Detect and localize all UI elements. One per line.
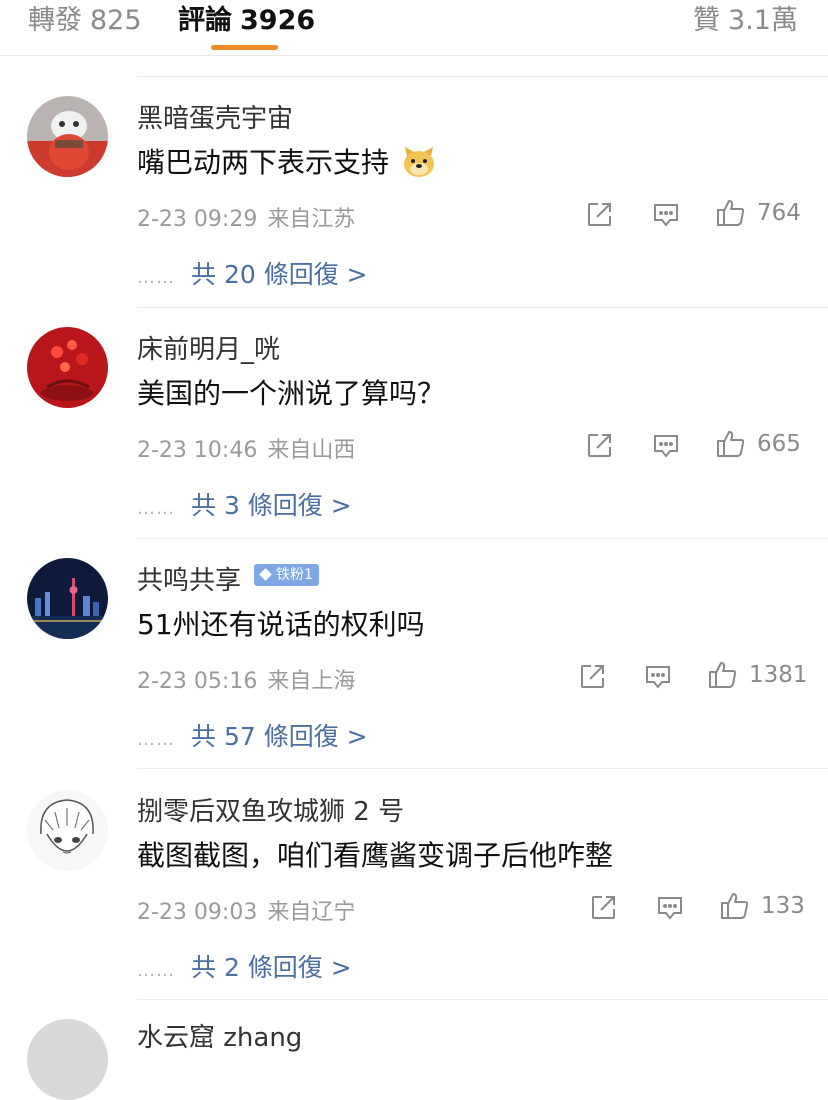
thumbs-up-icon[interactable]	[720, 891, 750, 925]
comment-icon[interactable]	[652, 201, 680, 233]
username[interactable]: 床前明月_咣	[137, 329, 280, 366]
replies-label: 共 2 條回復 >	[191, 953, 352, 982]
thumbs-up-icon[interactable]	[708, 660, 738, 694]
view-replies-link[interactable]: …… 共 57 條回復 >	[137, 717, 368, 753]
diamond-icon	[259, 568, 272, 581]
divider	[137, 76, 828, 77]
view-replies-link[interactable]: …… 共 20 條回復 >	[137, 255, 368, 291]
comment-icon[interactable]	[644, 663, 672, 695]
comment-text: 截图截图，咱们看鹰酱变调子后他咋整	[137, 839, 614, 872]
comment-icon[interactable]	[656, 894, 684, 926]
comment-text: 美国的一个洲说了算吗？	[137, 377, 446, 410]
share-icon[interactable]	[586, 201, 613, 232]
comment-time: 2-23 05:16	[137, 669, 258, 694]
view-replies-link[interactable]: …… 共 3 條回復 >	[137, 486, 352, 522]
like-count: 1381	[749, 662, 808, 688]
username[interactable]: 共鸣共享 铁粉1	[137, 560, 319, 597]
comment-location: 来自江苏	[267, 207, 356, 232]
like-count: 764	[757, 200, 801, 226]
active-tab-indicator	[211, 45, 278, 50]
fan-badge-label: 铁粉1	[276, 567, 313, 583]
fan-badge[interactable]: 铁粉1	[254, 564, 319, 586]
thumbs-up-icon[interactable]	[716, 429, 746, 463]
comment-location: 来自山西	[267, 438, 356, 463]
username[interactable]: 捌零后双鱼攻城狮 2 号	[137, 791, 404, 828]
comment-location: 来自辽宁	[267, 900, 356, 925]
view-replies-link[interactable]: …… 共 2 條回復 >	[137, 948, 352, 984]
share-icon[interactable]	[590, 894, 617, 925]
share-icon[interactable]	[586, 432, 613, 463]
tab-likes-label: 贊	[693, 5, 721, 36]
thumbs-up-icon[interactable]	[716, 198, 746, 232]
tabs-divider	[0, 55, 828, 56]
comment-text: 51州还有说话的权利吗	[137, 608, 425, 641]
comment-icon[interactable]	[652, 432, 680, 464]
comment-meta: 2-23 05:16 来自上海	[137, 663, 355, 695]
share-icon[interactable]	[579, 663, 606, 694]
avatar[interactable]	[27, 558, 108, 639]
tab-reposts[interactable]: 轉發 825	[28, 0, 142, 37]
tab-likes-count: 3.1萬	[728, 5, 798, 36]
avatar[interactable]	[27, 1019, 108, 1100]
divider	[137, 768, 828, 769]
tab-likes[interactable]: 贊 3.1萬	[693, 0, 798, 37]
tab-bar: 轉發 825 評論 3926 贊 3.1萬	[0, 0, 828, 56]
replies-label: 共 3 條回復 >	[191, 491, 352, 520]
reply-dots: ……	[137, 729, 175, 750]
comment-meta: 2-23 10:46 来自山西	[137, 432, 355, 464]
divider	[137, 999, 828, 1000]
tab-reposts-label: 轉發	[28, 5, 82, 36]
doge-emoji-icon	[402, 146, 436, 185]
tab-comments-label: 評論	[178, 5, 232, 36]
reply-dots: ……	[137, 267, 175, 288]
avatar[interactable]	[27, 790, 108, 871]
comment-location: 来自上海	[267, 669, 356, 694]
tab-reposts-count: 825	[90, 5, 142, 36]
avatar[interactable]	[27, 327, 108, 408]
replies-label: 共 20 條回復 >	[191, 260, 368, 289]
replies-label: 共 57 條回復 >	[191, 722, 368, 751]
comment-text-body: 嘴巴动两下表示支持	[137, 146, 390, 179]
like-count: 133	[761, 893, 805, 919]
reply-dots: ……	[137, 498, 175, 519]
username[interactable]: 黑暗蛋壳宇宙	[137, 98, 293, 135]
divider	[137, 538, 828, 539]
avatar[interactable]	[27, 96, 108, 177]
like-count: 665	[757, 431, 801, 457]
comment-meta: 2-23 09:03 来自辽宁	[137, 894, 355, 926]
comment-time: 2-23 09:03	[137, 900, 258, 925]
tab-comments-count: 3926	[240, 5, 316, 36]
username[interactable]: 水云窟 zhang	[137, 1017, 302, 1054]
username-text: 共鸣共享	[137, 566, 242, 596]
tab-comments[interactable]: 評論 3926	[178, 0, 315, 37]
comment-text: 嘴巴动两下表示支持	[137, 141, 436, 185]
comment-time: 2-23 09:29	[137, 207, 258, 232]
comment-time: 2-23 10:46	[137, 438, 258, 463]
comment-meta: 2-23 09:29 来自江苏	[137, 201, 355, 233]
divider	[137, 307, 828, 308]
reply-dots: ……	[137, 960, 175, 981]
